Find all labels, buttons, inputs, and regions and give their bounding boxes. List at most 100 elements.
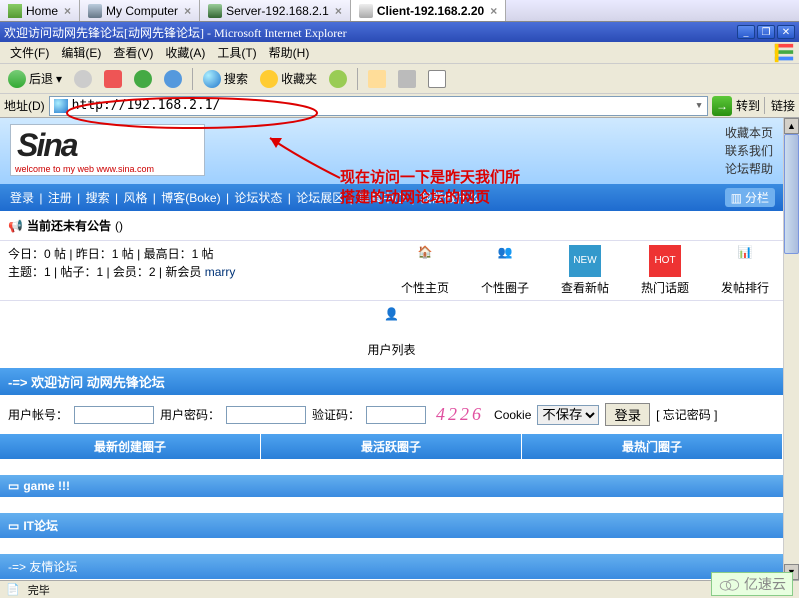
link-favorite[interactable]: 收藏本页: [725, 124, 773, 142]
nav-items-center[interactable]: 道具中心: [356, 191, 408, 205]
quick-new[interactable]: NEW查看新帖: [555, 245, 615, 296]
address-label: 地址(D): [4, 97, 45, 114]
hot-icon: HOT: [649, 245, 681, 277]
col-active: 最活跃圈子: [261, 434, 522, 459]
page-header: Sina welcome to my web www.sina.com 收藏本页…: [0, 118, 783, 184]
col-newest: 最新创建圈子: [0, 434, 261, 459]
header-links: 收藏本页 联系我们 论坛帮助: [725, 124, 773, 178]
forward-button[interactable]: [70, 68, 96, 90]
link-contact[interactable]: 联系我们: [725, 142, 773, 160]
address-value: http://192.168.2.1/: [72, 98, 221, 113]
close-icon[interactable]: ×: [184, 4, 191, 18]
columns-icon: ▥: [731, 191, 742, 205]
menu-bar: 文件(F) 编辑(E) 查看(V) 收藏(A) 工具(T) 帮助(H): [0, 42, 799, 64]
menu-edit[interactable]: 编辑(E): [55, 42, 107, 63]
quick-rank[interactable]: 📊发帖排行: [715, 245, 775, 296]
new-member-link[interactable]: marry: [205, 265, 236, 279]
stop-icon: [104, 70, 122, 88]
address-input[interactable]: http://192.168.2.1/ ▾: [49, 96, 708, 116]
mail-icon: [368, 70, 386, 88]
print-icon: [398, 70, 416, 88]
links-label[interactable]: 链接: [764, 97, 795, 114]
close-icon[interactable]: ×: [64, 4, 71, 18]
mail-button[interactable]: [364, 68, 390, 90]
page-icon: 📄: [6, 583, 20, 596]
chart-icon: 📊: [729, 245, 761, 277]
history-button[interactable]: [325, 68, 351, 90]
collapse-icon[interactable]: ▭: [8, 479, 19, 493]
scroll-up-icon[interactable]: ▲: [784, 118, 799, 134]
section-it[interactable]: ▭IT论坛: [0, 513, 783, 538]
vertical-scrollbar[interactable]: ▲ ▼: [783, 118, 799, 580]
home-button[interactable]: [160, 68, 186, 90]
nav-whatcanido[interactable]: 我能做什么: [418, 191, 482, 205]
username-input[interactable]: [74, 406, 154, 424]
home-icon: 🏠: [409, 245, 441, 277]
forward-icon: [74, 70, 92, 88]
site-logo[interactable]: Sina welcome to my web www.sina.com: [10, 124, 205, 176]
nav-showcase[interactable]: 论坛展区: [294, 191, 346, 205]
close-icon[interactable]: ×: [335, 4, 342, 18]
minimize-button[interactable]: _: [737, 25, 755, 39]
edit-button[interactable]: [424, 68, 450, 90]
nav-register[interactable]: 注册: [46, 191, 74, 205]
tab-mycomputer[interactable]: My Computer×: [80, 0, 200, 21]
back-button[interactable]: 后退 ▾: [4, 68, 66, 90]
cookie-select[interactable]: 不保存: [537, 405, 599, 425]
stats-line-1: 今日：0 帖 | 昨日：1 帖 | 最高日：1 帖: [8, 245, 235, 263]
section-friends[interactable]: -=> 友情论坛: [0, 554, 783, 579]
quick-circle[interactable]: 👥个性圈子: [475, 245, 535, 296]
search-button[interactable]: 搜索: [199, 68, 252, 90]
group-icon: 👥: [489, 245, 521, 277]
menu-file[interactable]: 文件(F): [4, 42, 55, 63]
menu-tools[interactable]: 工具(T): [211, 42, 262, 63]
announcement-text: 当前还未有公告: [27, 217, 111, 234]
password-input[interactable]: [226, 406, 306, 424]
nav-search[interactable]: 搜索: [84, 191, 112, 205]
go-button[interactable]: →: [712, 96, 732, 116]
new-icon: NEW: [569, 245, 601, 277]
go-label: 转到: [736, 97, 760, 114]
captcha-input[interactable]: [366, 406, 426, 424]
toolbar: 后退 ▾ 搜索 收藏夹: [0, 64, 799, 94]
menu-help[interactable]: 帮助(H): [263, 42, 316, 63]
nav-status[interactable]: 论坛状态: [232, 191, 284, 205]
user-list-link[interactable]: 👤 用户列表: [0, 301, 783, 368]
stop-button[interactable]: [100, 68, 126, 90]
print-button[interactable]: [394, 68, 420, 90]
edit-icon: [428, 70, 446, 88]
section-game[interactable]: ▭game !!!: [0, 475, 783, 497]
announcement-bar: 📢 当前还未有公告(): [0, 211, 783, 241]
quick-home[interactable]: 🏠个性主页: [395, 245, 455, 296]
ie-logo-icon: [773, 42, 795, 64]
username-label: 用户帐号：: [8, 406, 68, 423]
favorites-button[interactable]: 收藏夹: [256, 68, 321, 90]
refresh-button[interactable]: [130, 68, 156, 90]
dropdown-icon[interactable]: ▾: [695, 98, 703, 113]
restore-button[interactable]: ❐: [757, 25, 775, 39]
menu-view[interactable]: 查看(V): [107, 42, 159, 63]
close-icon[interactable]: ×: [490, 4, 497, 18]
nav-style[interactable]: 风格: [121, 191, 149, 205]
window-title-bar: 欢迎访问动网先锋论坛[动网先锋论坛] - Microsoft Internet …: [0, 22, 799, 42]
tab-client[interactable]: Client-192.168.2.20×: [351, 0, 506, 21]
forgot-password-link[interactable]: [ 忘记密码 ]: [656, 406, 717, 423]
collapse-icon[interactable]: ▭: [8, 519, 19, 533]
close-button[interactable]: ✕: [777, 25, 795, 39]
nav-login[interactable]: 登录: [8, 191, 36, 205]
quick-hot[interactable]: HOT热门话题: [635, 245, 695, 296]
tab-server[interactable]: Server-192.168.2.1×: [200, 0, 351, 21]
tab-label: Home: [26, 4, 58, 18]
stats-line-2: 主题：1 | 帖子：1 | 会员：2 | 新会员: [8, 265, 205, 279]
search-icon: [203, 70, 221, 88]
address-bar: 地址(D) http://192.168.2.1/ ▾ → 转到 链接: [0, 94, 799, 118]
menu-favorites[interactable]: 收藏(A): [159, 42, 211, 63]
nav-blog[interactable]: 博客(Boke): [159, 191, 222, 205]
client-icon: [359, 4, 373, 18]
vm-tab-bar: Home × My Computer× Server-192.168.2.1× C…: [0, 0, 799, 22]
link-help[interactable]: 论坛帮助: [725, 160, 773, 178]
login-button[interactable]: 登录: [605, 403, 650, 426]
tab-home[interactable]: Home ×: [0, 0, 80, 21]
split-column-button[interactable]: ▥分栏: [725, 188, 775, 207]
scrollbar-thumb[interactable]: [784, 134, 799, 254]
